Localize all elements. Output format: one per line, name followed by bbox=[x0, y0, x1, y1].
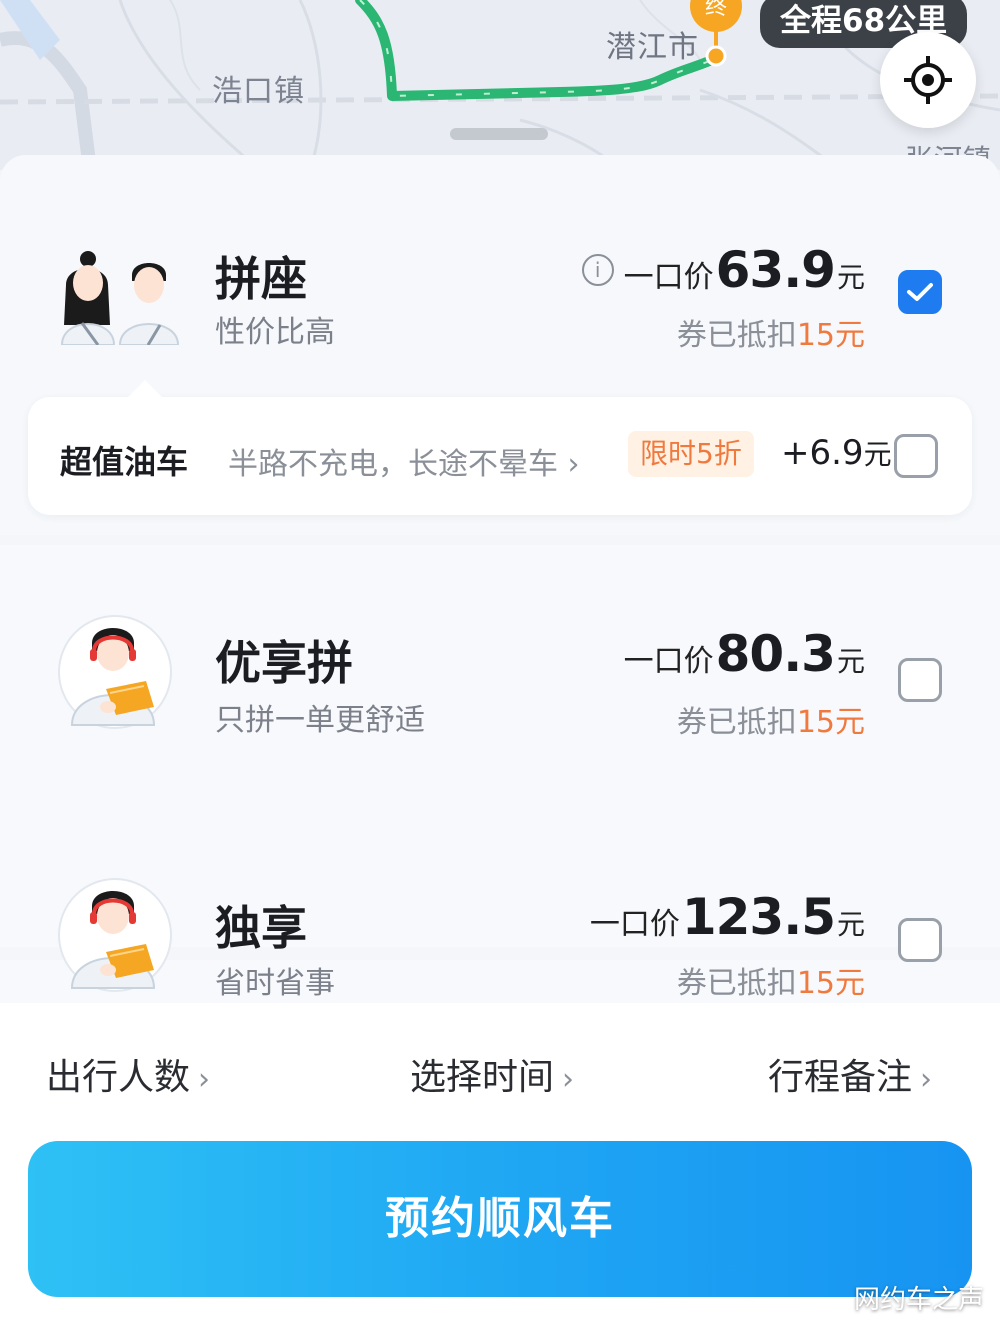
coupon-deduction: 券已抵扣15元 bbox=[677, 697, 865, 741]
addon-price-value: +6.9 bbox=[781, 433, 864, 473]
option-subtitle: 省时省事 bbox=[215, 966, 335, 1001]
end-marker-label: 终 bbox=[705, 0, 727, 20]
option-subtitle: 性价比高 bbox=[215, 315, 335, 350]
passenger-count-selector[interactable]: 出行人数 › bbox=[46, 1048, 210, 1100]
chevron-right-icon: › bbox=[562, 1062, 575, 1097]
time-selector[interactable]: 选择时间 › bbox=[410, 1048, 574, 1100]
price-value: 63.9 bbox=[715, 241, 836, 299]
coupon-text: 券已抵扣 bbox=[676, 966, 797, 1001]
sheet-drag-handle[interactable] bbox=[450, 128, 548, 140]
trip-notes-selector[interactable]: 行程备注 › bbox=[768, 1048, 932, 1100]
locate-button[interactable] bbox=[880, 32, 976, 128]
fuel-car-addon[interactable]: 超值油车 半路不充电，长途不晕车 › 限时5折 +6.9元 bbox=[28, 380, 972, 515]
addon-description[interactable]: 半路不充电，长途不晕车 › bbox=[228, 439, 580, 483]
price-unit: 元 bbox=[836, 908, 865, 941]
coupon-amount: 15元 bbox=[796, 966, 865, 1001]
map-label-town: 浩口镇 bbox=[212, 74, 305, 109]
addon-price-unit: 元 bbox=[863, 438, 892, 471]
price-prefix: 一口价 bbox=[623, 260, 714, 295]
reading-man-avatar bbox=[58, 878, 172, 992]
booking-bar: 出行人数 › 选择时间 › 行程备注 › 预约顺风车 bbox=[0, 1003, 1000, 1334]
price-value: 80.3 bbox=[715, 625, 836, 683]
addon-pointer bbox=[128, 380, 162, 414]
checkmark-icon bbox=[907, 283, 933, 301]
addon-discount-badge: 限时5折 bbox=[628, 431, 754, 477]
coupon-text: 券已抵扣 bbox=[676, 318, 797, 353]
price-prefix: 一口价 bbox=[623, 644, 714, 679]
addon-title: 超值油车 bbox=[60, 443, 189, 481]
coupon-amount: 15元 bbox=[796, 318, 865, 353]
option-name: 优享拼 bbox=[215, 636, 353, 690]
price-unit: 元 bbox=[836, 645, 865, 678]
chevron-right-icon: › bbox=[920, 1062, 933, 1097]
option-card-carpool[interactable]: 拼座 性价比高 i 一口价 63.9 元 券已抵扣15元 超值油车 半路不充电，… bbox=[0, 128, 1000, 535]
coupon-text: 券已抵扣 bbox=[676, 705, 797, 740]
addon-price: +6.9元 bbox=[781, 433, 892, 473]
destination-pin-icon: 终 bbox=[690, 0, 742, 67]
price-prefix: 一口价 bbox=[589, 907, 680, 942]
select-checkbox-private[interactable] bbox=[898, 918, 942, 962]
carpool-passengers-avatar bbox=[60, 251, 180, 345]
option-name: 拼座 bbox=[215, 252, 307, 306]
option-name: 独享 bbox=[215, 901, 307, 955]
option-price: i 一口价 63.9 元 bbox=[581, 241, 865, 299]
book-ride-button[interactable]: 预约顺风车 bbox=[28, 1141, 972, 1297]
route-map[interactable]: 浩口镇 潜江市 张河镇 终 全程68公里 bbox=[0, 0, 1000, 170]
price-unit: 元 bbox=[836, 261, 865, 294]
select-checkbox-addon[interactable] bbox=[894, 434, 938, 478]
passenger-count-label: 出行人数 bbox=[46, 1057, 191, 1098]
info-icon[interactable]: i bbox=[581, 254, 614, 286]
time-label: 选择时间 bbox=[410, 1057, 555, 1098]
price-value: 123.5 bbox=[681, 888, 836, 946]
watermark: 网约车之声 bbox=[853, 1285, 984, 1315]
option-price: 一口价 123.5 元 bbox=[590, 888, 865, 946]
chevron-right-icon: › bbox=[198, 1062, 211, 1097]
coupon-deduction: 券已抵扣15元 bbox=[677, 310, 865, 354]
select-checkbox-premium-carpool[interactable] bbox=[898, 658, 942, 702]
option-price: 一口价 80.3 元 bbox=[624, 625, 865, 683]
coupon-deduction: 券已抵扣15元 bbox=[677, 958, 865, 1002]
select-checkbox-carpool[interactable] bbox=[898, 270, 942, 314]
trip-notes-label: 行程备注 bbox=[768, 1057, 913, 1098]
option-subtitle: 只拼一单更舒适 bbox=[215, 703, 425, 738]
reading-man-avatar bbox=[58, 615, 172, 729]
coupon-amount: 15元 bbox=[796, 705, 865, 740]
locate-crosshair-icon bbox=[904, 56, 952, 104]
